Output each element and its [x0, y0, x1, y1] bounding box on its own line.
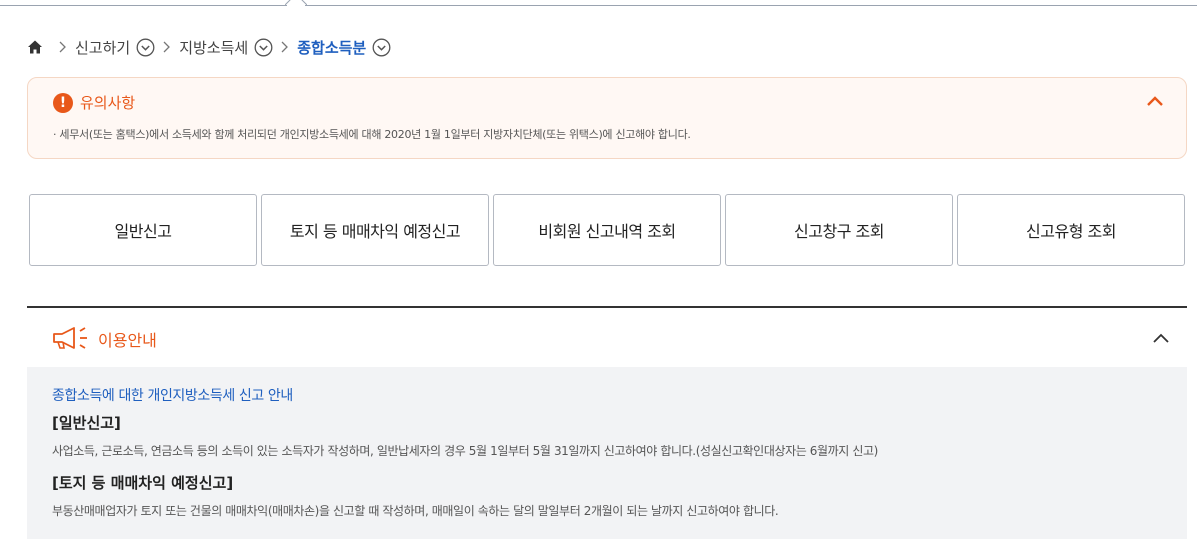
breadcrumb-item-comprehensive-income[interactable]: 종합소득분	[297, 37, 391, 58]
chevron-up-icon[interactable]	[1146, 94, 1164, 108]
breadcrumb-item-report[interactable]: 신고하기	[75, 37, 155, 58]
action-button-row: 일반신고 토지 등 매매차익 예정신고 비회원 신고내역 조회 신고창구 조회 …	[29, 194, 1185, 266]
section-text-general: 사업소득, 근로소득, 연금소득 등의 소득이 있는 소득자가 작성하며, 일반…	[52, 444, 878, 458]
notice-title: 유의사항	[80, 94, 136, 112]
notice-panel: ! 유의사항 · 세무서(또는 홈택스)에서 소득세와 함께 처리되던 개인지방…	[27, 77, 1187, 159]
top-tab-strip	[0, 0, 1197, 8]
general-report-button[interactable]: 일반신고	[29, 194, 257, 266]
tab-notch-icon	[285, 0, 307, 6]
guide-title: 이용안내	[98, 331, 157, 350]
guide-header[interactable]: 이용안내	[27, 318, 1187, 358]
home-icon[interactable]	[27, 39, 43, 55]
section-heading-general: [일반신고]	[52, 414, 121, 432]
exclamation-icon: !	[53, 92, 73, 113]
breadcrumb-label: 신고하기	[75, 38, 131, 57]
megaphone-icon	[53, 327, 87, 349]
guide-content: 종합소득에 대한 개인지방소득세 신고 안내 [일반신고] 사업소득, 근로소득…	[27, 367, 1187, 539]
breadcrumb-label: 지방소득세	[179, 38, 249, 57]
report-office-button[interactable]: 신고창구 조회	[725, 194, 953, 266]
chevron-down-circle-icon[interactable]	[254, 38, 273, 57]
chevron-right-icon	[163, 41, 171, 53]
section-divider	[27, 306, 1187, 308]
chevron-up-icon[interactable]	[1152, 331, 1170, 345]
breadcrumb-item-local-income-tax[interactable]: 지방소득세	[179, 37, 273, 58]
chevron-right-icon	[281, 41, 289, 53]
chevron-down-circle-icon[interactable]	[136, 38, 155, 57]
notice-text: · 세무서(또는 홈택스)에서 소득세와 함께 처리되던 개인지방소득세에 대해…	[53, 128, 691, 141]
section-heading-land-sale: [토지 등 매매차익 예정신고]	[52, 474, 234, 492]
breadcrumb: 신고하기 지방소득세 종합소득분	[27, 35, 391, 59]
chevron-right-icon	[59, 41, 67, 53]
report-type-button[interactable]: 신고유형 조회	[957, 194, 1185, 266]
section-text-land-sale: 부동산매매업자가 토지 또는 건물의 매매차익(매매차손)을 신고할 때 작성하…	[52, 504, 779, 518]
nonmember-history-button[interactable]: 비회원 신고내역 조회	[493, 194, 721, 266]
guide-subtitle: 종합소득에 대한 개인지방소득세 신고 안내	[52, 388, 293, 404]
chevron-down-circle-icon[interactable]	[372, 38, 391, 57]
breadcrumb-label: 종합소득분	[297, 38, 367, 57]
notice-header: ! 유의사항	[53, 92, 135, 113]
land-sale-report-button[interactable]: 토지 등 매매차익 예정신고	[261, 194, 489, 266]
